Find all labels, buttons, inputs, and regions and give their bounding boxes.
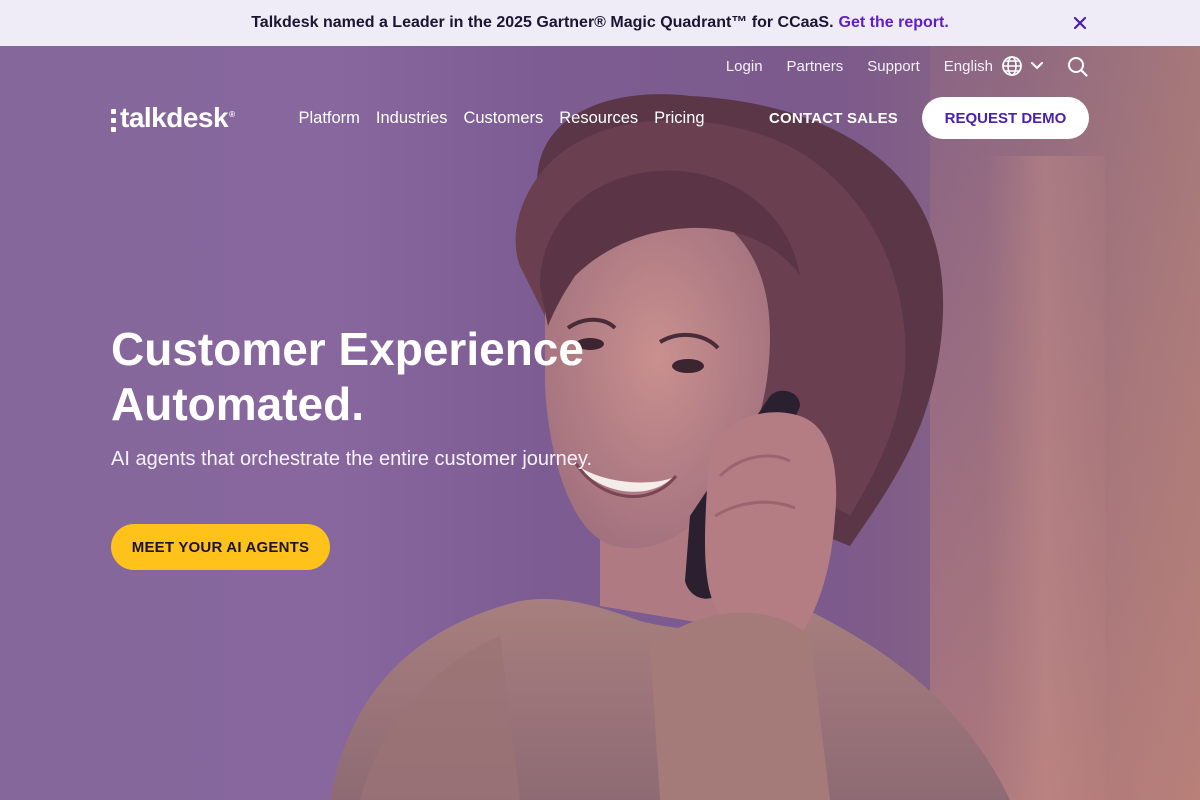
utility-nav: Login Partners Support English	[726, 54, 1088, 78]
nav-actions: CONTACT SALES REQUEST DEMO	[769, 97, 1089, 139]
announcement-text: Talkdesk named a Leader in the 2025 Gart…	[251, 14, 834, 31]
headline-line-1: Customer Experience	[111, 323, 584, 375]
get-report-link[interactable]: Get the report.	[839, 14, 949, 32]
hero-subheadline: AI agents that orchestrate the entire cu…	[111, 448, 592, 470]
contact-sales-button[interactable]: CONTACT SALES	[769, 110, 898, 127]
headline-line-2: Automated.	[111, 378, 364, 430]
hero-headline: Customer Experience Automated.	[111, 322, 631, 432]
partners-link[interactable]: Partners	[787, 58, 844, 75]
primary-nav-links: Platform Industries Customers Resources …	[298, 109, 704, 128]
logo-text: talkdesk	[120, 102, 229, 133]
support-link[interactable]: Support	[867, 58, 920, 75]
close-icon[interactable]	[1068, 11, 1092, 35]
main-nav: talkdesk ® Platform Industries Customers…	[111, 96, 1089, 140]
chevron-down-icon	[1031, 62, 1043, 70]
search-icon[interactable]	[1067, 56, 1088, 77]
meet-ai-agents-button[interactable]: MEET YOUR AI AGENTS	[111, 524, 330, 570]
globe-icon	[1001, 55, 1023, 77]
nav-item-resources[interactable]: Resources	[559, 109, 638, 128]
request-demo-button[interactable]: REQUEST DEMO	[922, 97, 1089, 139]
language-selector[interactable]: English	[944, 55, 1043, 77]
login-link[interactable]: Login	[726, 58, 763, 75]
nav-item-customers[interactable]: Customers	[463, 109, 543, 128]
nav-item-platform[interactable]: Platform	[298, 109, 359, 128]
nav-item-industries[interactable]: Industries	[376, 109, 448, 128]
language-label: English	[943, 57, 993, 75]
nav-item-pricing[interactable]: Pricing	[654, 109, 704, 128]
logo-mark	[111, 108, 116, 132]
talkdesk-logo[interactable]: talkdesk ®	[111, 102, 235, 134]
announcement-bar: Talkdesk named a Leader in the 2025 Gart…	[0, 0, 1200, 46]
